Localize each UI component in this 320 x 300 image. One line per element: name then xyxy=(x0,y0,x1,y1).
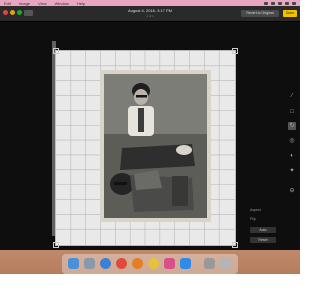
aspect-option[interactable]: Aspect xyxy=(250,207,276,213)
close-button[interactable] xyxy=(3,10,8,15)
adjust-icon[interactable]: ∕ xyxy=(288,92,296,100)
revert-to-original-button[interactable]: Revert to Original xyxy=(241,10,279,17)
safari-icon[interactable] xyxy=(100,258,111,269)
rotate-icon[interactable]: ↻ xyxy=(288,122,296,130)
title-bar: August 4, 2016, 3:17 PM 1 of 1 Revert to… xyxy=(0,6,300,22)
flip-option[interactable]: Flip xyxy=(250,216,276,222)
battery-icon[interactable] xyxy=(278,1,282,5)
auto-button[interactable]: Auto xyxy=(250,227,276,233)
search-icon[interactable] xyxy=(285,1,289,5)
bottom-margin xyxy=(0,274,300,300)
photos-icon[interactable] xyxy=(148,258,159,269)
menu-image[interactable]: Image xyxy=(19,1,30,6)
minimize-button[interactable] xyxy=(10,10,15,15)
firefox-icon[interactable] xyxy=(132,258,143,269)
window-subtitle: 1 of 1 xyxy=(146,14,154,18)
notification-icon[interactable] xyxy=(292,1,296,5)
window-title: August 4, 2016, 3:17 PM xyxy=(127,8,173,13)
crop-handle-top-right[interactable] xyxy=(232,48,238,54)
crop-handle-bottom-right[interactable] xyxy=(232,242,238,248)
vintage-photo xyxy=(100,70,211,222)
menu-edit[interactable]: Edit xyxy=(4,1,11,6)
status-icon[interactable] xyxy=(264,1,268,5)
more-icon[interactable]: ⊖ xyxy=(288,187,296,195)
system-prefs-icon[interactable] xyxy=(204,258,215,269)
redeye-icon[interactable]: ✦ xyxy=(288,167,296,175)
crop-handle-bottom-left[interactable] xyxy=(53,242,59,248)
filter-icon[interactable]: ◎ xyxy=(288,137,296,145)
launchpad-icon[interactable] xyxy=(84,258,95,269)
crop-icon[interactable]: □ xyxy=(288,108,296,116)
wifi-icon[interactable] xyxy=(271,1,275,5)
appstore-icon[interactable] xyxy=(180,258,191,269)
menu-view[interactable]: View xyxy=(38,1,47,6)
trash-icon[interactable] xyxy=(220,258,231,269)
chrome-icon[interactable] xyxy=(116,258,127,269)
zoom-button[interactable] xyxy=(17,10,22,15)
crop-area[interactable] xyxy=(53,48,238,248)
itunes-icon[interactable] xyxy=(164,258,175,269)
crop-handle-top-left[interactable] xyxy=(53,48,59,54)
finder-icon[interactable] xyxy=(68,258,79,269)
reset-button[interactable]: Reset xyxy=(250,237,276,243)
screen: Edit Image View Window Help August 4, 20… xyxy=(0,0,300,300)
sidebar-toggle-button[interactable] xyxy=(24,10,33,16)
menu-window[interactable]: Window xyxy=(55,1,69,6)
edit-tools: ∕ □ ↻ ◎ ◐ ✦ ⊖ xyxy=(285,92,299,202)
retouch-icon[interactable]: ◐ xyxy=(288,152,296,160)
done-button[interactable]: Done xyxy=(283,10,297,17)
menu-help[interactable]: Help xyxy=(77,1,85,6)
